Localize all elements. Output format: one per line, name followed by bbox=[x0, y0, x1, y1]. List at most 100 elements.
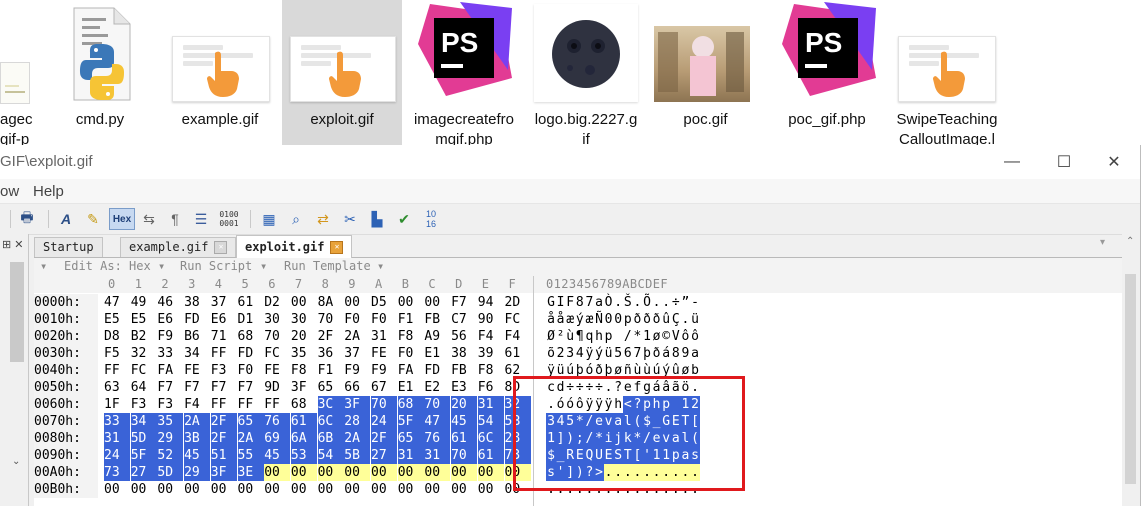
ascii-char[interactable]: ý bbox=[594, 345, 604, 362]
hex-byte[interactable]: 27 bbox=[130, 464, 157, 481]
hex-byte[interactable]: 30 bbox=[291, 311, 317, 328]
hex-byte[interactable]: FA bbox=[398, 362, 424, 379]
file-item[interactable]: SwipeTeaching CalloutImage.l bbox=[888, 0, 1006, 148]
ascii-char[interactable]: å bbox=[546, 311, 556, 328]
hex-byte[interactable]: 38 bbox=[451, 345, 477, 362]
hex-byte[interactable]: 3F bbox=[344, 396, 371, 413]
hex-byte[interactable]: 37 bbox=[344, 345, 370, 362]
hex-byte[interactable]: 00 bbox=[371, 464, 397, 481]
ascii-char[interactable]: / bbox=[623, 328, 633, 345]
hex-byte[interactable]: FF bbox=[264, 396, 290, 413]
hex-byte[interactable]: FF bbox=[104, 362, 130, 379]
hex-byte[interactable]: F4 bbox=[505, 328, 531, 345]
hex-byte[interactable]: 00 bbox=[184, 481, 210, 498]
hex-byte[interactable]: D1 bbox=[238, 311, 264, 328]
hex-byte[interactable]: F0 bbox=[398, 345, 424, 362]
hex-byte[interactable]: 9D bbox=[264, 379, 290, 396]
hex-byte[interactable]: 63 bbox=[104, 379, 130, 396]
ascii-char[interactable]: . bbox=[632, 294, 642, 311]
hex-byte[interactable]: FC bbox=[131, 362, 157, 379]
hex-byte[interactable]: 67 bbox=[371, 379, 397, 396]
hex-byte[interactable]: 3B bbox=[184, 430, 211, 447]
tab-startup[interactable]: Startup bbox=[34, 237, 103, 257]
edit-as-menu[interactable]: Edit As: Hex bbox=[64, 259, 151, 273]
ascii-char[interactable]: G bbox=[546, 294, 556, 311]
run-template-menu[interactable]: Run Template bbox=[284, 259, 371, 273]
calculator-icon[interactable]: ▦ bbox=[258, 208, 280, 230]
hex-byte[interactable]: 2A bbox=[344, 430, 371, 447]
collapse-icon[interactable]: ▾ bbox=[40, 259, 47, 273]
hex-byte[interactable]: 00 bbox=[344, 481, 370, 498]
ascii-char[interactable]: á bbox=[661, 345, 671, 362]
hex-byte[interactable]: 29 bbox=[157, 430, 184, 447]
hex-byte[interactable]: 53 bbox=[290, 447, 317, 464]
hex-byte[interactable]: 31 bbox=[424, 447, 451, 464]
ascii-char[interactable]: Ç bbox=[671, 311, 681, 328]
pin-icon[interactable]: ⊞ ✕ bbox=[2, 238, 24, 251]
file-item[interactable]: logo.big.2227.g if bbox=[526, 0, 646, 148]
hex-byte[interactable]: 20 bbox=[291, 328, 317, 345]
hex-byte[interactable]: 3F bbox=[210, 464, 237, 481]
ascii-char[interactable]: . bbox=[680, 311, 690, 328]
hex-byte[interactable]: FF bbox=[238, 396, 264, 413]
hex-byte[interactable]: 76 bbox=[264, 413, 291, 430]
hex-byte[interactable]: 00 bbox=[317, 464, 344, 481]
hex-byte[interactable]: 76 bbox=[424, 430, 451, 447]
ascii-char[interactable]: a bbox=[690, 345, 700, 362]
hex-byte[interactable]: E5 bbox=[104, 311, 130, 328]
hex-byte[interactable]: F8 bbox=[478, 362, 504, 379]
hex-byte[interactable]: FF bbox=[211, 345, 237, 362]
hex-byte[interactable]: E6 bbox=[157, 311, 183, 328]
hex-byte[interactable]: 2A bbox=[237, 430, 264, 447]
hex-byte[interactable]: 70 bbox=[264, 328, 290, 345]
hex-byte[interactable]: F6 bbox=[478, 379, 504, 396]
menu-help[interactable]: Help bbox=[33, 183, 64, 200]
file-item-selected[interactable]: exploit.gif bbox=[282, 0, 402, 145]
tab-list-arrow-icon[interactable]: ▾ bbox=[1100, 237, 1105, 248]
hex-byte[interactable]: 00 bbox=[131, 481, 157, 498]
hex-byte[interactable]: 54 bbox=[477, 413, 504, 430]
hex-byte[interactable]: 2A bbox=[184, 413, 211, 430]
highlight-icon[interactable]: ✎ bbox=[82, 208, 104, 230]
file-item[interactable]: PS poc_gif.php bbox=[768, 0, 886, 145]
ascii-char[interactable]: 9 bbox=[680, 345, 690, 362]
hex-byte[interactable]: 61 bbox=[238, 294, 264, 311]
hex-byte[interactable]: F0 bbox=[344, 311, 370, 328]
hex-byte[interactable]: 00 bbox=[291, 481, 317, 498]
hex-byte[interactable]: FC bbox=[505, 311, 531, 328]
ascii-char[interactable]: ð bbox=[642, 311, 652, 328]
ascii-char[interactable]: Š bbox=[623, 294, 633, 311]
hex-byte[interactable]: 5F bbox=[397, 413, 424, 430]
hex-byte[interactable]: A9 bbox=[424, 328, 450, 345]
hex-byte[interactable]: 65 bbox=[318, 379, 344, 396]
hex-byte[interactable]: 94 bbox=[478, 294, 504, 311]
hex-byte[interactable]: E2 bbox=[424, 379, 450, 396]
ascii-char[interactable]: æ bbox=[565, 311, 575, 328]
hex-byte[interactable]: F3 bbox=[157, 396, 183, 413]
ascii-char[interactable]: ² bbox=[556, 328, 566, 345]
hex-byte[interactable]: 38 bbox=[184, 294, 210, 311]
hex-byte[interactable]: 70 bbox=[318, 311, 344, 328]
hex-byte[interactable]: F1 bbox=[398, 311, 424, 328]
binary-icon[interactable]: 0100 0001 bbox=[218, 208, 240, 230]
hex-byte[interactable]: 3C bbox=[317, 396, 344, 413]
hex-byte[interactable]: 34 bbox=[184, 345, 210, 362]
file-item[interactable]: poc.gif bbox=[648, 0, 763, 145]
hex-byte[interactable]: 00 bbox=[290, 464, 317, 481]
hex-byte[interactable]: 47 bbox=[104, 294, 130, 311]
ascii-char[interactable]: 1 bbox=[642, 328, 652, 345]
ascii-char[interactable]: p bbox=[623, 311, 633, 328]
hex-byte[interactable]: 71 bbox=[211, 328, 237, 345]
hex-byte[interactable]: E1 bbox=[398, 379, 424, 396]
hex-byte[interactable]: 3E bbox=[237, 464, 264, 481]
hex-byte[interactable]: 37 bbox=[211, 294, 237, 311]
hex-byte[interactable]: 00 bbox=[478, 481, 504, 498]
ascii-char[interactable]: ð bbox=[652, 311, 662, 328]
hex-byte[interactable]: 64 bbox=[131, 379, 157, 396]
scroll-down-icon[interactable]: ⌄ bbox=[12, 456, 20, 467]
ascii-char[interactable]: 0 bbox=[613, 311, 623, 328]
ascii-char[interactable]: 8 bbox=[575, 294, 585, 311]
minimize-button[interactable]: — bbox=[986, 145, 1038, 179]
ascii-char[interactable]: Ò bbox=[604, 294, 614, 311]
hex-byte[interactable]: F7 bbox=[211, 379, 237, 396]
